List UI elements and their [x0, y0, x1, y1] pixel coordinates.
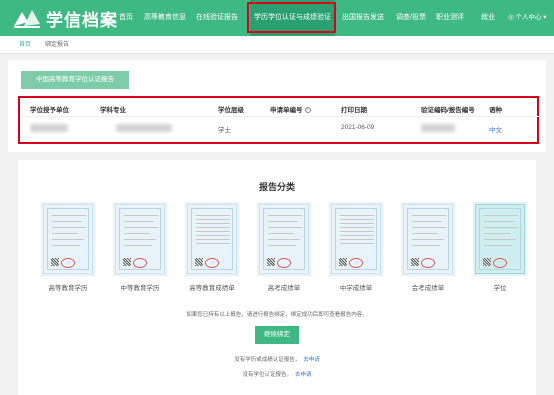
col-header-language: 语种 — [489, 107, 502, 114]
certificate-thumbnail[interactable] — [115, 204, 165, 274]
binding-note: 如果您已持有以上报告，请进行报告绑定，绑定成功后即可查看报告内容。 — [186, 312, 368, 318]
apply-line-degree: 没有学位认证报告， 去申请 — [242, 372, 312, 378]
col-header-level: 学位层级 — [218, 107, 244, 114]
blurred-verification-code — [421, 124, 455, 132]
apply-link-education[interactable]: 去申请 — [303, 357, 320, 363]
cell-language-link[interactable]: 中文 — [489, 124, 502, 134]
nav-home[interactable]: 首页 — [119, 0, 133, 36]
site-logo[interactable]: 学信档案 — [12, 6, 118, 31]
col-header-application-no: 申请单编号? — [270, 107, 311, 114]
certificate-thumbnail[interactable] — [259, 204, 309, 274]
top-header: 学信档案 首页 高等教育信息 在线验证报告 学历学位认证与成绩验证 出国报告发送… — [0, 0, 554, 36]
cell-level: 学士 — [218, 127, 231, 134]
table-divider — [22, 116, 539, 117]
nav-online-verification[interactable]: 在线验证报告 — [196, 0, 238, 36]
category-label[interactable]: 学位 — [465, 282, 535, 292]
breadcrumb: 首页 绑定报告 — [0, 36, 554, 54]
col-header-verification-code: 验证编码/报告编号 — [421, 107, 475, 114]
category-label[interactable]: 中等教育学历 — [105, 282, 175, 292]
category-label[interactable]: 中学成绩单 — [321, 282, 391, 292]
certificate-thumbnail[interactable] — [43, 204, 93, 274]
report-type-tab[interactable]: 中国高等教育学位认证报告 — [21, 71, 129, 89]
nav-survey-vote[interactable]: 调查/投票 — [396, 0, 426, 36]
help-icon[interactable]: ? — [304, 107, 311, 114]
col-header-institution: 学位授予单位 — [30, 107, 69, 114]
logo-text: 学信档案 — [46, 11, 118, 30]
nav-highlight-box — [247, 2, 336, 33]
breadcrumb-home[interactable]: 首页 — [19, 36, 31, 54]
apply-link-degree[interactable]: 去申请 — [295, 372, 312, 378]
report-categories-panel: 报告分类 高等教育学历 中等教育学历 高等教育成绩单 高考成绩单 中学成绩单 会… — [18, 160, 536, 395]
nav-higher-education[interactable]: 高等教育信息 — [144, 0, 186, 36]
user-center-menu[interactable]: ◎ 个人中心 ▾ — [508, 0, 547, 36]
continue-binding-button[interactable]: 继续绑定 — [255, 326, 299, 344]
blurred-major — [116, 124, 172, 132]
blurred-institution — [30, 124, 68, 132]
certificate-thumbnail[interactable] — [475, 204, 525, 274]
certificate-thumbnail[interactable] — [331, 204, 381, 274]
book-logo-icon — [14, 9, 40, 28]
nav-career-test[interactable]: 职业测评 — [436, 0, 464, 36]
apply-line-education: 没有学历或成绩认证报告， 去申请 — [234, 357, 320, 363]
certificate-thumbnail[interactable] — [403, 204, 453, 274]
col-header-print-date: 打印日期 — [341, 107, 367, 114]
breadcrumb-current: 绑定报告 — [45, 42, 70, 48]
section-title: 报告分类 — [258, 182, 295, 192]
nav-overseas-report[interactable]: 出国报告发送 — [342, 0, 384, 36]
category-label[interactable]: 高考成绩单 — [249, 282, 319, 292]
category-label[interactable]: 高等教育学历 — [33, 282, 103, 292]
category-label[interactable]: 高等教育成绩单 — [177, 282, 247, 292]
nav-employment[interactable]: 就业 — [481, 0, 495, 36]
category-label[interactable]: 会考成绩单 — [393, 282, 463, 292]
certificate-thumbnail[interactable] — [187, 204, 237, 274]
col-header-major: 学科专业 — [100, 107, 126, 114]
cell-print-date: 2021-06-09 — [341, 124, 375, 131]
